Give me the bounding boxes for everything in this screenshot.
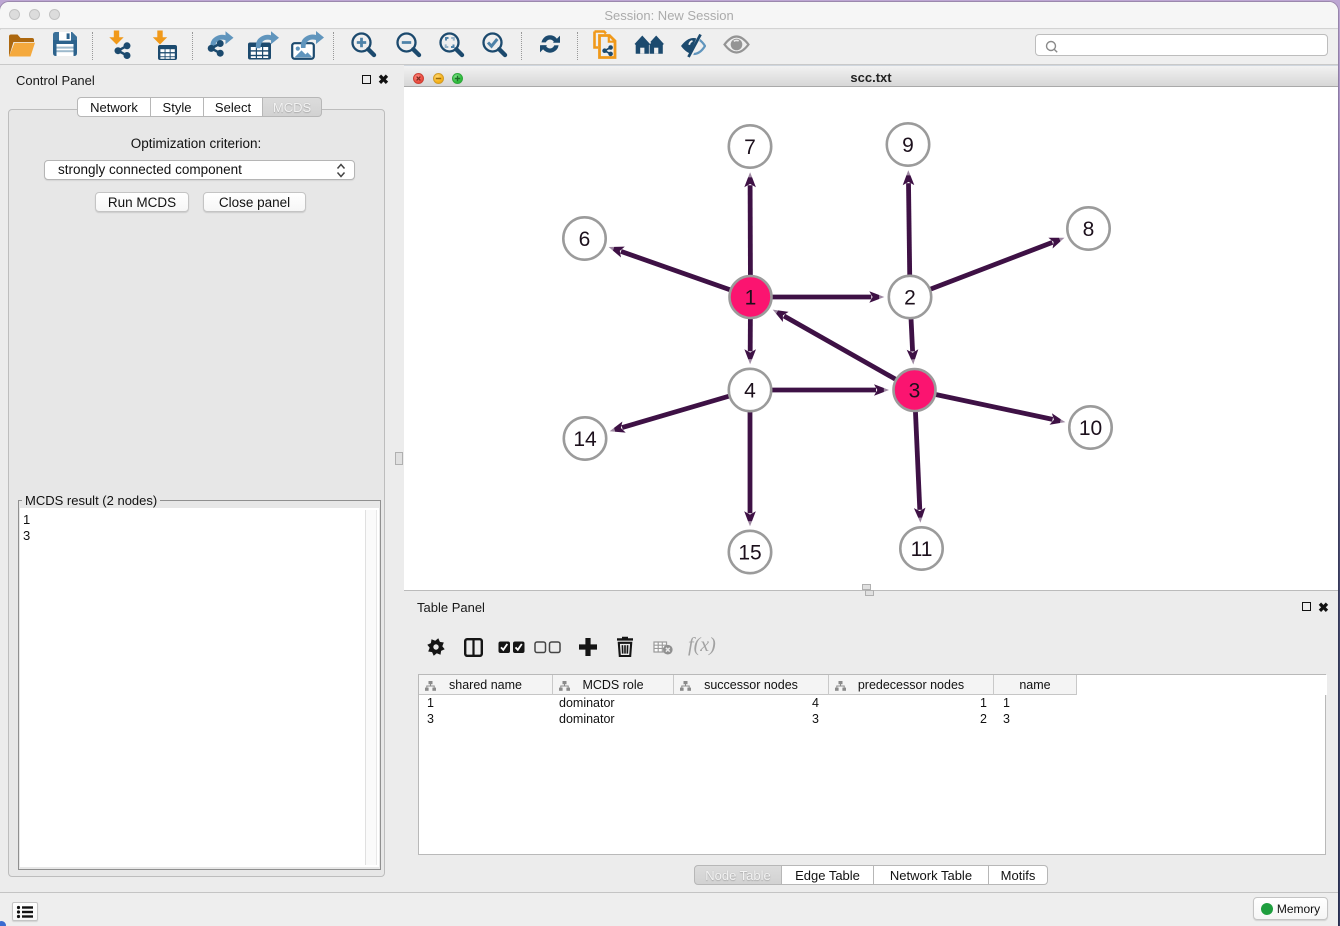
svg-text:11: 11	[911, 538, 933, 561]
svg-text:8: 8	[1083, 218, 1095, 241]
svg-text:2: 2	[904, 286, 916, 309]
svg-text:1: 1	[745, 286, 757, 309]
svg-text:6: 6	[579, 228, 591, 251]
svg-text:4: 4	[744, 379, 756, 402]
svg-text:15: 15	[738, 541, 761, 564]
svg-text:7: 7	[744, 136, 756, 159]
svg-text:3: 3	[909, 379, 921, 402]
svg-text:14: 14	[573, 428, 597, 451]
svg-text:10: 10	[1079, 417, 1102, 440]
svg-text:9: 9	[902, 134, 914, 157]
